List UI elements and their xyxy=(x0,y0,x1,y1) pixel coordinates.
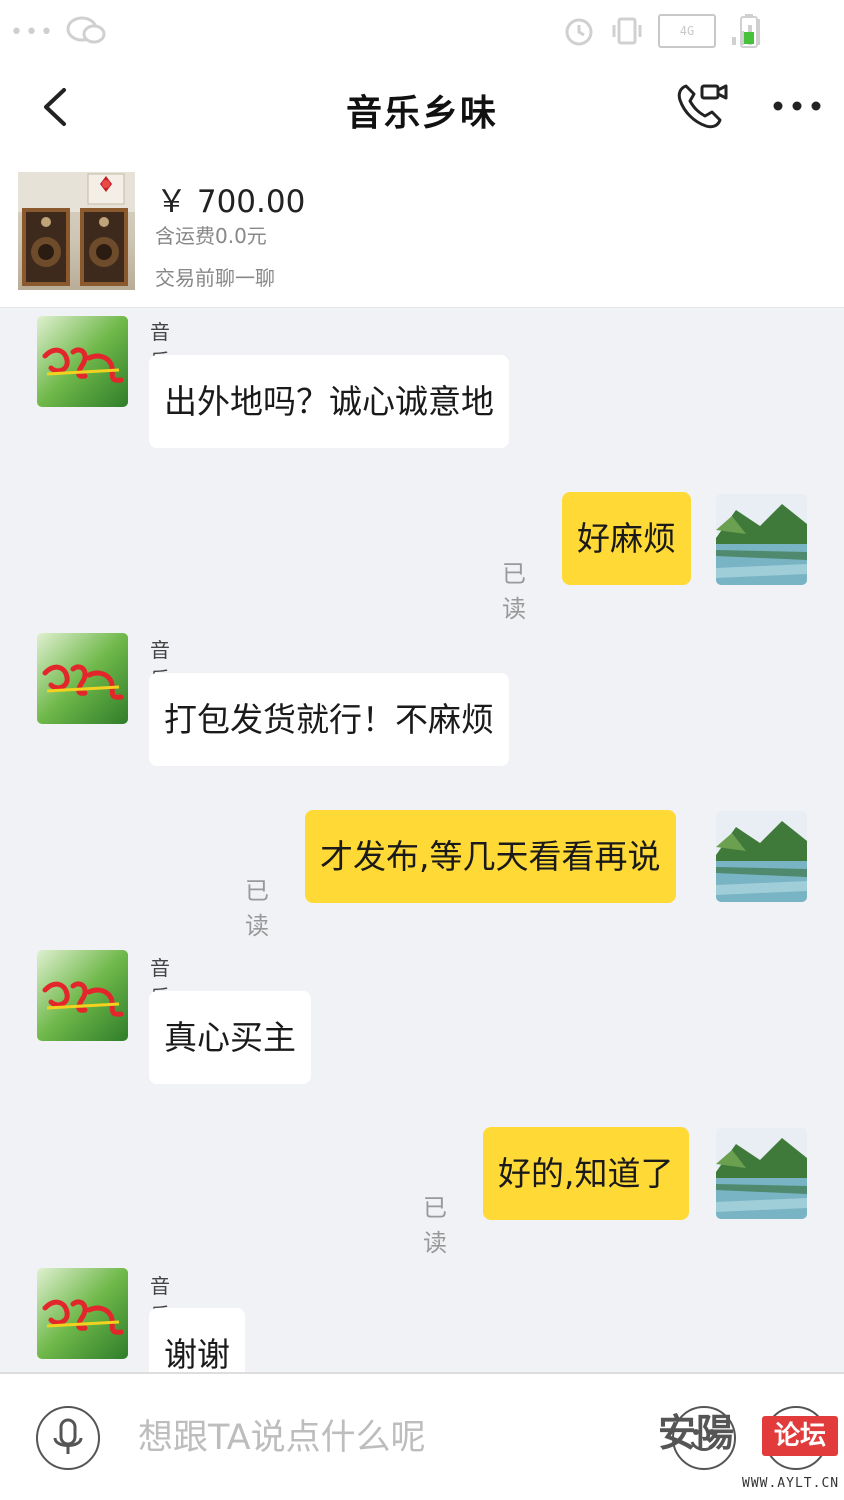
phone-video-icon[interactable] xyxy=(672,78,732,134)
message-bubble[interactable]: 谢谢 xyxy=(149,1308,245,1372)
plus-icon xyxy=(782,1424,810,1452)
product-card[interactable]: ￥ 700.00 含运费0.0元 交易前聊一聊 xyxy=(0,156,844,308)
status-icons: 4G xyxy=(562,14,764,48)
more-actions-button[interactable] xyxy=(764,1406,828,1470)
microphone-icon xyxy=(53,1418,83,1454)
speaker-image xyxy=(18,172,135,286)
message-bubble[interactable]: 好的,知道了 xyxy=(483,1127,689,1220)
chat-screen: ••• 4G 音乐乡味 ￥ 700.00 含运费0.0元 交易前聊一聊 音 出外… xyxy=(0,0,844,1500)
product-price: ￥ 700.00 xyxy=(156,184,306,220)
chat-note: 交易前聊一聊 xyxy=(155,266,275,290)
message-bubble[interactable]: 真心买主 xyxy=(149,991,311,1084)
voice-button[interactable] xyxy=(36,1406,100,1470)
avatar-seller[interactable] xyxy=(37,633,128,724)
read-status: 已读 xyxy=(423,1194,447,1257)
message-bubble[interactable]: 好麻烦 xyxy=(562,492,691,585)
more-dots-icon: ••• xyxy=(10,20,55,45)
avatar-seller[interactable] xyxy=(37,950,128,1041)
input-bar: 想跟TA说点什么呢 xyxy=(0,1372,844,1500)
avatar-seller[interactable] xyxy=(37,316,128,407)
avatar-seller[interactable] xyxy=(37,1268,128,1359)
shipping-fee: 含运费0.0元 xyxy=(155,224,267,248)
message-input[interactable]: 想跟TA说点什么呢 xyxy=(138,1414,638,1462)
read-status: 已读 xyxy=(502,560,526,623)
message-bubble[interactable]: 才发布,等几天看看再说 xyxy=(305,810,676,903)
message-bubble[interactable]: 出外地吗？诚心诚意地 xyxy=(149,355,509,448)
emoji-button[interactable] xyxy=(672,1406,736,1470)
wechat-icon xyxy=(66,16,106,44)
avatar-self[interactable] xyxy=(716,811,807,902)
message-bubble[interactable]: 打包发货就行！不麻烦 xyxy=(149,673,509,766)
avatar-self[interactable] xyxy=(716,1128,807,1219)
chat-header: 音乐乡味 xyxy=(0,64,844,156)
more-dots-icon[interactable] xyxy=(770,88,824,124)
alarm-icon xyxy=(565,18,593,46)
message-list[interactable]: 音乐乡味 出外地吗？诚心诚意地 已读 好麻烦 音乐乡味 打包发货就行！不麻烦 已… xyxy=(0,308,844,1372)
status-bar: ••• 4G xyxy=(0,0,844,64)
read-status: 已读 xyxy=(245,877,269,940)
emoji-icon xyxy=(690,1429,718,1451)
network-indicator: 4G xyxy=(658,14,716,48)
vibrate-icon xyxy=(612,17,642,45)
product-image[interactable] xyxy=(18,172,135,290)
battery-icon xyxy=(740,14,758,48)
avatar-self[interactable] xyxy=(716,494,807,585)
